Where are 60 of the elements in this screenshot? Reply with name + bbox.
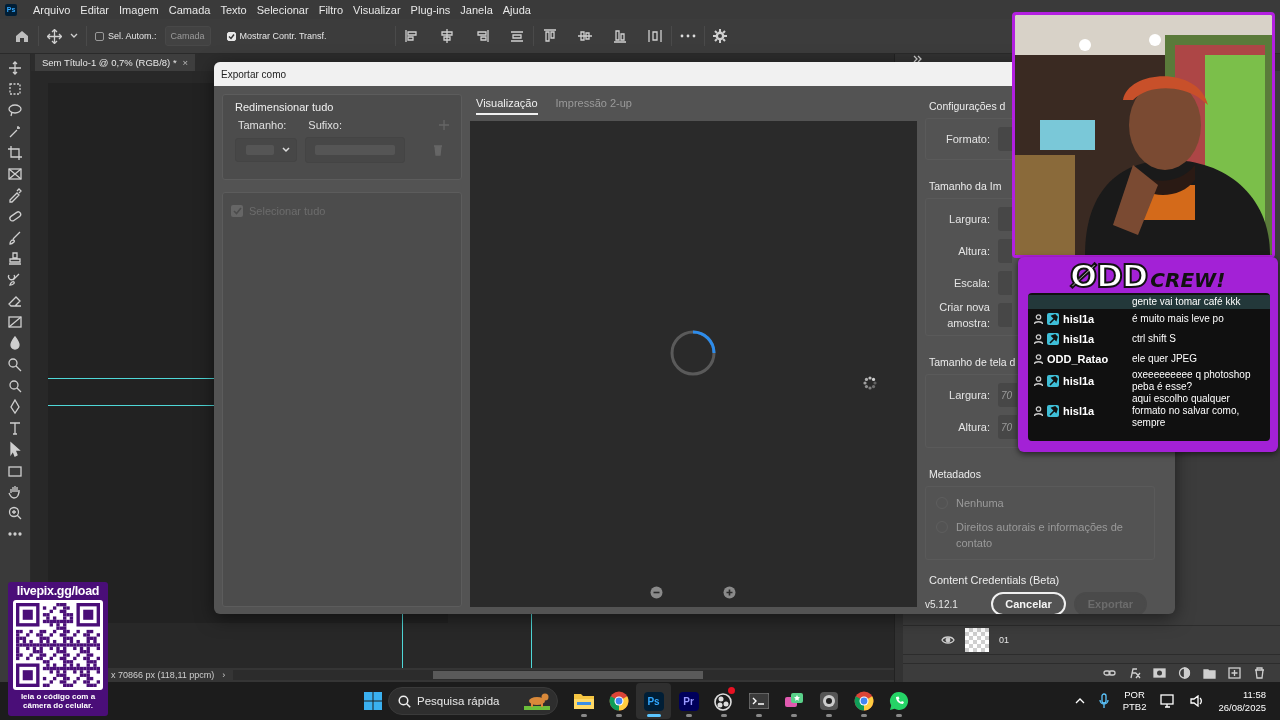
preview-tab[interactable]: Visualização [476,97,538,115]
chat-message: é muito mais leve po [1132,313,1225,325]
field-label: Sufixo: [308,119,342,131]
language-indicator[interactable]: PTB2 [1122,701,1147,713]
option-label: Sel. Autom.: [108,31,157,41]
chat-message: ele quer JPEG [1132,353,1199,365]
chat-message: oxeeeeeeeee q photoshop peba é esse? [1132,369,1252,393]
section-title: Configurações d [929,100,1006,112]
chat-message: gente vai tomar café kkk [1132,296,1242,308]
field-label: Criar nova amostra: [938,300,990,331]
menu-item[interactable]: Imagem [114,3,164,16]
document-size: x 70866 px (118,11 ppcm) [111,670,215,680]
menu-item[interactable]: Filtro [313,3,349,16]
logo-text: CREW! [1150,268,1226,292]
language-indicator[interactable]: POR [1124,689,1145,701]
section-title: Redimensionar tudo [235,101,335,113]
dialog-button[interactable]: Cancelar [991,592,1066,614]
menu-item[interactable]: Janela [455,3,498,16]
document-tab[interactable]: Sem Título-1 @ 0,7% (RGB/8) * × [35,54,196,71]
field-label: Altura: [957,420,990,435]
layer-name[interactable]: 01 [999,635,1009,645]
menu-item[interactable]: Visualizar [348,3,406,16]
chat-message: aqui escolho qualquer formato no salvar como, sempre [1132,393,1241,429]
close-button[interactable]: × [182,57,189,68]
section-title: Tamanho de tela d [929,356,1016,368]
chat-username: hisl1a [1063,333,1095,345]
menu-item[interactable]: Camada [163,3,216,16]
menu-item[interactable]: Ajuda [497,3,536,16]
field-label: Largura: [948,388,990,403]
chat-username: hisl1a [1063,375,1095,387]
section-title: Tamanho da Im [929,180,1002,192]
caption-text: leia o código com a câmera do celular. [19,692,97,710]
field-label: Formato: [945,132,990,147]
radio-label: Nenhuma [956,496,1004,511]
section-title: Content Credentials (Beta) [929,574,1060,586]
chat-username: ODD_Ratao [1047,353,1109,365]
field-label: Altura: [957,244,990,259]
status-menu-arrow[interactable]: › [222,670,226,680]
menu-item[interactable]: Plug-ins [405,3,456,16]
chat-message: ctrl shift S [1132,333,1177,345]
app-icon[interactable]: Ps [643,691,664,711]
clock-time[interactable]: 11:58 [1242,688,1266,701]
section-title: Metadados [929,468,981,480]
field-label: Escala: [952,276,990,291]
menu-item[interactable]: Selecionar [251,3,314,16]
menu-item[interactable]: Texto [215,3,252,16]
app-icon[interactable]: Pr [678,691,699,711]
menu-item[interactable]: Editar [75,3,115,16]
radio-label: Direitos autorais e informações de contato [956,520,1124,551]
field-label: Largura: [948,212,990,227]
menu-item[interactable]: Arquivo [28,3,76,16]
clock-date[interactable]: 26/08/2025 [1218,701,1266,714]
logo-text: ØDD [1070,257,1148,295]
version-label: v5.12.1 [925,598,959,610]
field-label: Tamanho: [238,119,287,131]
search-field[interactable]: Pesquisa rápida [388,687,558,715]
chat-username: hisl1a [1063,313,1095,325]
url-text: livepix.gg/load [16,584,100,598]
option-label: Mostrar Contr. Transf. [239,31,327,41]
chat-username: hisl1a [1063,405,1095,417]
